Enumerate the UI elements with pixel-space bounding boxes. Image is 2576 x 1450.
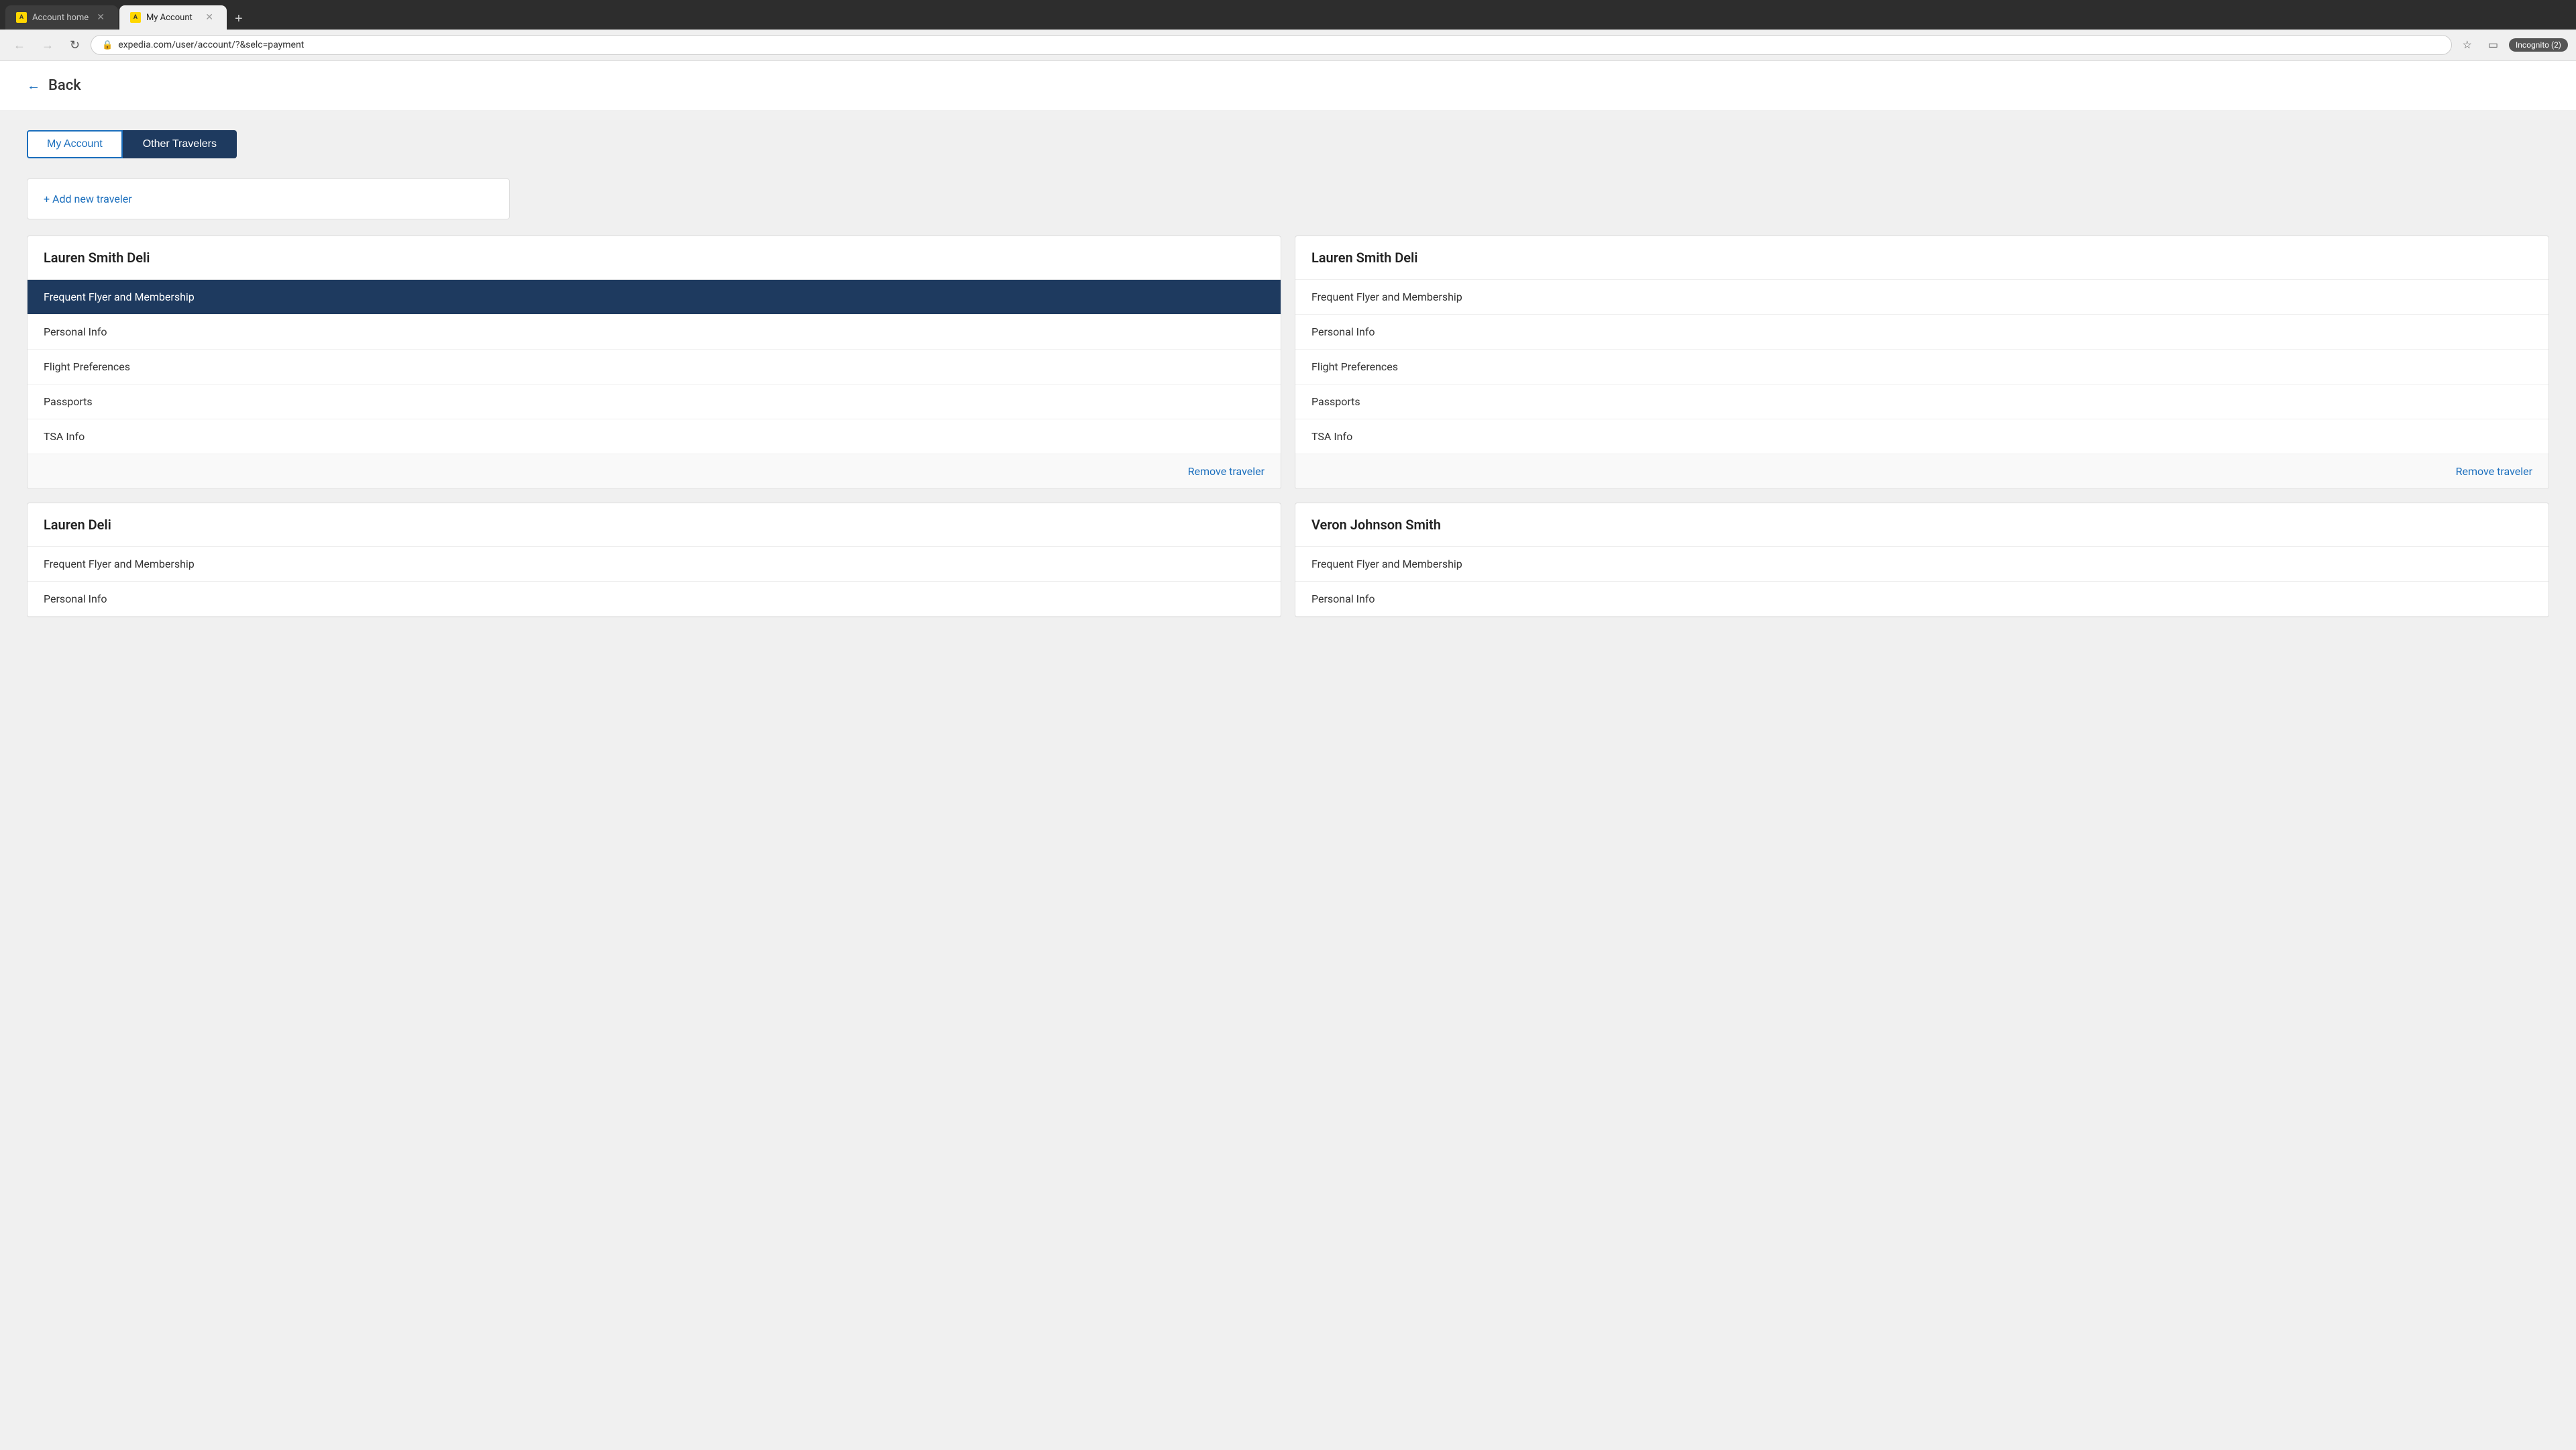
- traveler4-menu-item-1[interactable]: Personal Info: [1295, 582, 2548, 617]
- traveler2-menu-item-1[interactable]: Personal Info: [1295, 315, 2548, 350]
- back-label[interactable]: Back: [48, 77, 81, 94]
- traveler1-menu-item-4[interactable]: TSA Info: [28, 419, 1281, 454]
- back-bar: ← Back: [0, 61, 2576, 110]
- tab-my-account[interactable]: A My Account ✕: [119, 5, 227, 30]
- traveler3-menu-item-1[interactable]: Personal Info: [28, 582, 1281, 617]
- traveler4-name: Veron Johnson Smith: [1295, 503, 2548, 547]
- traveler3-menu-item-0[interactable]: Frequent Flyer and Membership: [28, 547, 1281, 582]
- traveler2-footer: Remove traveler: [1295, 454, 2548, 488]
- tab-account-home[interactable]: A Account home ✕: [5, 5, 118, 30]
- tab-bar: A Account home ✕ A My Account ✕ +: [5, 5, 2571, 30]
- traveler1-name: Lauren Smith Deli: [28, 236, 1281, 280]
- traveler1-remove-link[interactable]: Remove traveler: [1188, 465, 1265, 478]
- browser-chrome: A Account home ✕ A My Account ✕ +: [0, 0, 2576, 30]
- add-traveler-link[interactable]: + Add new traveler: [44, 193, 132, 205]
- traveler2-menu-item-2[interactable]: Flight Preferences: [1295, 350, 2548, 384]
- bookmark-button[interactable]: ☆: [2457, 36, 2477, 54]
- tab1-favicon: A: [16, 12, 27, 23]
- traveler2-remove-link[interactable]: Remove traveler: [2456, 465, 2532, 478]
- nav-actions: ☆ ▭ Incognito (2): [2457, 36, 2568, 54]
- other-travelers-tab-button[interactable]: Other Travelers: [123, 130, 237, 158]
- traveler-card-3: Lauren Deli Frequent Flyer and Membershi…: [27, 503, 1281, 617]
- traveler3-name: Lauren Deli: [28, 503, 1281, 547]
- tab2-favicon: A: [130, 12, 141, 23]
- traveler-card-2: Lauren Smith Deli Frequent Flyer and Mem…: [1295, 236, 2549, 489]
- traveler2-name: Lauren Smith Deli: [1295, 236, 2548, 280]
- sidebar-button[interactable]: ▭: [2483, 36, 2504, 54]
- main-container: My Account Other Travelers + Add new tra…: [0, 110, 2576, 637]
- tab1-close-icon[interactable]: ✕: [94, 11, 107, 24]
- traveler4-menu-item-0[interactable]: Frequent Flyer and Membership: [1295, 547, 2548, 582]
- traveler1-menu-item-2[interactable]: Flight Preferences: [28, 350, 1281, 384]
- incognito-badge[interactable]: Incognito (2): [2509, 38, 2568, 52]
- lock-icon: 🔒: [102, 40, 113, 50]
- page-content: ← Back My Account Other Travelers + Add …: [0, 61, 2576, 1450]
- tab2-title: My Account: [146, 13, 197, 23]
- nav-back-button[interactable]: ←: [8, 36, 31, 55]
- traveler-card-1: Lauren Smith Deli Frequent Flyer and Mem…: [27, 236, 1281, 489]
- url-bar[interactable]: 🔒 expedia.com/user/account/?&selc=paymen…: [91, 35, 2451, 55]
- traveler2-menu-item-3[interactable]: Passports: [1295, 384, 2548, 419]
- new-tab-button[interactable]: +: [228, 9, 250, 30]
- travelers-grid: Lauren Smith Deli Frequent Flyer and Mem…: [27, 236, 2549, 617]
- my-account-tab-button[interactable]: My Account: [27, 130, 123, 158]
- traveler1-menu-item-3[interactable]: Passports: [28, 384, 1281, 419]
- url-text: expedia.com/user/account/?&selc=payment: [118, 40, 2440, 50]
- tab1-title: Account home: [32, 13, 89, 23]
- traveler1-menu-item-0[interactable]: Frequent Flyer and Membership: [28, 280, 1281, 315]
- traveler2-menu-item-0[interactable]: Frequent Flyer and Membership: [1295, 280, 2548, 315]
- tab2-close-icon[interactable]: ✕: [203, 11, 216, 24]
- traveler-card-4: Veron Johnson Smith Frequent Flyer and M…: [1295, 503, 2549, 617]
- nav-bar: ← → ↻ 🔒 expedia.com/user/account/?&selc=…: [0, 30, 2576, 61]
- nav-forward-button[interactable]: →: [36, 36, 59, 55]
- add-traveler-box: + Add new traveler: [27, 178, 510, 219]
- traveler1-menu-item-1[interactable]: Personal Info: [28, 315, 1281, 350]
- back-arrow-icon[interactable]: ←: [27, 77, 40, 94]
- nav-refresh-button[interactable]: ↻: [64, 36, 85, 55]
- traveler1-footer: Remove traveler: [28, 454, 1281, 488]
- tab-switcher: My Account Other Travelers: [27, 130, 2549, 158]
- traveler2-menu-item-4[interactable]: TSA Info: [1295, 419, 2548, 454]
